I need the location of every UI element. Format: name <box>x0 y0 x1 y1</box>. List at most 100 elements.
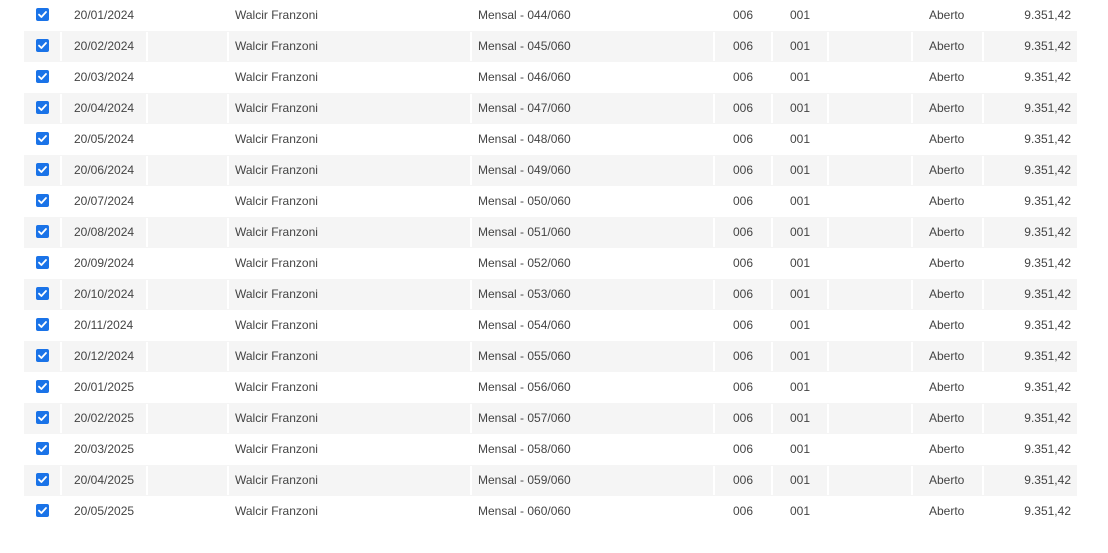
status-cell: Aberto <box>929 442 965 456</box>
due-date-cell: 20/02/2025 <box>74 411 135 425</box>
check-icon <box>38 197 47 204</box>
column-divider <box>827 404 829 433</box>
client-name-cell: Walcir Franzoni <box>235 163 318 177</box>
due-date-cell: 20/01/2024 <box>74 8 135 22</box>
column-divider <box>227 466 229 495</box>
amount-cell: 9.351,42 <box>1024 287 1071 301</box>
description-cell: Mensal - 047/060 <box>478 101 571 115</box>
row-select-checkbox[interactable] <box>36 287 49 300</box>
column-divider <box>911 342 913 371</box>
column-divider <box>60 218 62 247</box>
column-divider <box>982 218 984 247</box>
check-icon <box>38 104 47 111</box>
check-icon <box>38 135 47 142</box>
table-row[interactable]: 20/02/2025 Walcir Franzoni Mensal - 057/06… <box>24 403 1077 434</box>
row-select-checkbox[interactable] <box>36 349 49 362</box>
table-row[interactable]: 20/04/2024 Walcir Franzoni Mensal - 047/06… <box>24 93 1077 124</box>
column-divider <box>60 342 62 371</box>
code-a-cell: 006 <box>733 473 754 487</box>
table-row[interactable]: 20/05/2024 Walcir Franzoni Mensal - 048/06… <box>24 124 1077 155</box>
check-icon <box>38 73 47 80</box>
amount-cell: 9.351,42 <box>1024 70 1071 84</box>
status-cell: Aberto <box>929 70 965 84</box>
description-cell: Mensal - 054/060 <box>478 318 571 332</box>
column-divider <box>470 342 472 371</box>
description-cell: Mensal - 057/060 <box>478 411 571 425</box>
amount-cell: 9.351,42 <box>1024 318 1071 332</box>
description-cell: Mensal - 050/060 <box>478 194 571 208</box>
row-select-checkbox[interactable] <box>36 504 49 517</box>
row-select-checkbox[interactable] <box>36 442 49 455</box>
column-divider <box>771 466 773 495</box>
client-name-cell: Walcir Franzoni <box>235 70 318 84</box>
code-a-cell: 006 <box>733 70 754 84</box>
row-select-checkbox[interactable] <box>36 8 49 21</box>
table-row[interactable]: 20/08/2024 Walcir Franzoni Mensal - 051/06… <box>24 217 1077 248</box>
code-b-cell: 001 <box>790 473 811 487</box>
client-name-cell: Walcir Franzoni <box>235 504 318 518</box>
row-select-checkbox[interactable] <box>36 132 49 145</box>
row-select-checkbox[interactable] <box>36 39 49 52</box>
column-divider <box>982 280 984 309</box>
column-divider <box>713 156 715 185</box>
column-divider <box>827 218 829 247</box>
row-select-checkbox[interactable] <box>36 256 49 269</box>
status-cell: Aberto <box>929 473 965 487</box>
column-divider <box>827 466 829 495</box>
amount-cell: 9.351,42 <box>1024 163 1071 177</box>
status-cell: Aberto <box>929 256 965 270</box>
code-a-cell: 006 <box>733 39 754 53</box>
column-divider <box>146 404 148 433</box>
amount-cell: 9.351,42 <box>1024 39 1071 53</box>
column-divider <box>470 404 472 433</box>
row-select-checkbox[interactable] <box>36 318 49 331</box>
column-divider <box>771 342 773 371</box>
row-select-checkbox[interactable] <box>36 225 49 238</box>
table-row[interactable]: 20/11/2024 Walcir Franzoni Mensal - 054/06… <box>24 310 1077 341</box>
column-divider <box>827 32 829 61</box>
column-divider <box>713 342 715 371</box>
code-a-cell: 006 <box>733 287 754 301</box>
table-row[interactable]: 20/03/2025 Walcir Franzoni Mensal - 058/06… <box>24 434 1077 465</box>
row-select-checkbox[interactable] <box>36 194 49 207</box>
table-row[interactable]: 20/12/2024 Walcir Franzoni Mensal - 055/06… <box>24 341 1077 372</box>
table-row[interactable]: 20/01/2025 Walcir Franzoni Mensal - 056/06… <box>24 372 1077 403</box>
row-select-checkbox[interactable] <box>36 163 49 176</box>
column-divider <box>227 342 229 371</box>
code-a-cell: 006 <box>733 101 754 115</box>
code-a-cell: 006 <box>733 318 754 332</box>
code-b-cell: 001 <box>790 39 811 53</box>
table-row[interactable]: 20/01/2024 Walcir Franzoni Mensal - 044/06… <box>24 0 1077 31</box>
row-select-checkbox[interactable] <box>36 101 49 114</box>
column-divider <box>713 404 715 433</box>
table-row[interactable]: 20/10/2024 Walcir Franzoni Mensal - 053/06… <box>24 279 1077 310</box>
amount-cell: 9.351,42 <box>1024 8 1071 22</box>
client-name-cell: Walcir Franzoni <box>235 225 318 239</box>
client-name-cell: Walcir Franzoni <box>235 380 318 394</box>
status-cell: Aberto <box>929 132 965 146</box>
code-a-cell: 006 <box>733 225 754 239</box>
row-select-checkbox[interactable] <box>36 70 49 83</box>
code-b-cell: 001 <box>790 8 811 22</box>
description-cell: Mensal - 051/060 <box>478 225 571 239</box>
check-icon <box>38 259 47 266</box>
table-row[interactable]: 20/05/2025 Walcir Franzoni Mensal - 060/06… <box>24 496 1077 527</box>
code-b-cell: 001 <box>790 132 811 146</box>
due-date-cell: 20/03/2024 <box>74 70 135 84</box>
row-select-checkbox[interactable] <box>36 411 49 424</box>
column-divider <box>713 32 715 61</box>
status-cell: Aberto <box>929 8 965 22</box>
due-date-cell: 20/03/2025 <box>74 442 135 456</box>
table-row[interactable]: 20/07/2024 Walcir Franzoni Mensal - 050/06… <box>24 186 1077 217</box>
table-row[interactable]: 20/02/2024 Walcir Franzoni Mensal - 045/06… <box>24 31 1077 62</box>
row-select-checkbox[interactable] <box>36 380 49 393</box>
table-row[interactable]: 20/09/2024 Walcir Franzoni Mensal - 052/06… <box>24 248 1077 279</box>
column-divider <box>982 466 984 495</box>
column-divider <box>827 94 829 123</box>
row-select-checkbox[interactable] <box>36 473 49 486</box>
column-divider <box>146 280 148 309</box>
table-row[interactable]: 20/03/2024 Walcir Franzoni Mensal - 046/06… <box>24 62 1077 93</box>
table-row[interactable]: 20/06/2024 Walcir Franzoni Mensal - 049/06… <box>24 155 1077 186</box>
table-row[interactable]: 20/04/2025 Walcir Franzoni Mensal - 059/06… <box>24 465 1077 496</box>
code-b-cell: 001 <box>790 70 811 84</box>
